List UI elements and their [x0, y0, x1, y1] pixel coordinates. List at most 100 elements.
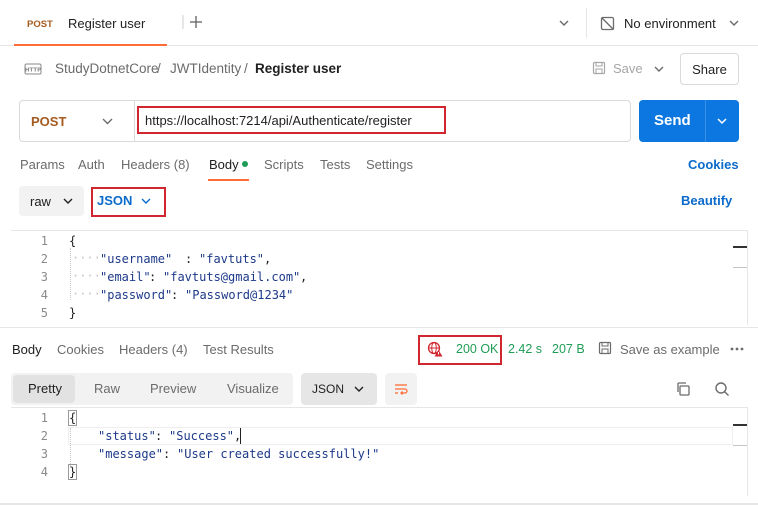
- chevron-down-icon[interactable]: [716, 116, 728, 127]
- json-value: "Success": [169, 429, 235, 443]
- search-icon[interactable]: [714, 381, 730, 397]
- share-button[interactable]: Share: [680, 53, 739, 85]
- response-tab-test-results[interactable]: Test Results: [203, 342, 274, 357]
- code-line: }: [69, 306, 77, 320]
- response-tab-body[interactable]: Body: [12, 342, 42, 357]
- breadcrumb-folder[interactable]: JWTIdentity: [170, 61, 241, 76]
- line-number: 5: [40, 306, 48, 320]
- body-mode-select[interactable]: [19, 186, 84, 216]
- line-number: 3: [40, 270, 48, 284]
- breadcrumb-separator: /: [157, 61, 161, 76]
- response-time[interactable]: 2.42 s: [508, 342, 542, 356]
- divider: [586, 8, 587, 38]
- json-value: "User created successfully!": [177, 447, 380, 461]
- line-number: 2: [40, 252, 48, 266]
- tab-method-label: POST: [27, 19, 53, 30]
- divider: [705, 100, 706, 142]
- code-line: }: [68, 464, 78, 480]
- view-raw[interactable]: Raw: [94, 381, 120, 396]
- breadcrumb-request[interactable]: Register user: [255, 61, 341, 76]
- response-tab-cookies[interactable]: Cookies: [57, 342, 104, 357]
- json-comma: ,: [264, 252, 272, 266]
- scrollbar-cursor-marker: [733, 246, 747, 248]
- response-tab-headers[interactable]: Headers (4): [119, 342, 188, 357]
- tab-scripts[interactable]: Scripts: [264, 157, 304, 172]
- pane-divider[interactable]: [0, 327, 758, 328]
- view-preview[interactable]: Preview: [150, 381, 196, 396]
- more-options-icon[interactable]: [729, 343, 745, 355]
- chevron-down-icon[interactable]: [557, 17, 571, 29]
- current-line-highlight: [68, 427, 733, 445]
- save-icon: [598, 341, 612, 355]
- body-modified-dot: [242, 161, 248, 167]
- status-code[interactable]: 200 OK: [456, 342, 498, 356]
- json-colon: :: [163, 447, 171, 461]
- json-colon: :: [185, 252, 193, 266]
- active-tab-underline: [208, 179, 249, 181]
- scrollbar-marker: [733, 445, 747, 446]
- tab-headers[interactable]: Headers (8): [121, 157, 190, 172]
- tab-auth[interactable]: Auth: [78, 157, 105, 172]
- save-button[interactable]: Save: [613, 61, 643, 76]
- code-line: {: [68, 410, 78, 426]
- wrap-lines-icon[interactable]: [393, 381, 409, 397]
- http-icon: HTTP: [24, 63, 42, 75]
- tab-tests[interactable]: Tests: [320, 157, 350, 172]
- chevron-down-icon[interactable]: [101, 116, 114, 127]
- view-visualize[interactable]: Visualize: [227, 381, 279, 396]
- response-size[interactable]: 207 B: [552, 342, 585, 356]
- chevron-down-icon[interactable]: [353, 384, 365, 394]
- scrollbar-marker: [733, 267, 747, 268]
- json-value: "Password@1234": [185, 288, 294, 302]
- json-value: "favtuts@gmail.com": [163, 270, 301, 284]
- json-value: "favtuts": [199, 252, 265, 266]
- method-select[interactable]: POST: [31, 114, 66, 129]
- body-mode-label[interactable]: raw: [30, 194, 51, 209]
- tab-params[interactable]: Params: [20, 157, 65, 172]
- chevron-down-icon[interactable]: [140, 196, 152, 206]
- whitespace-dots: ····: [72, 287, 101, 301]
- environment-selector[interactable]: No environment: [624, 16, 716, 31]
- chevron-down-icon[interactable]: [653, 64, 665, 74]
- cookies-link[interactable]: Cookies: [688, 157, 739, 172]
- json-key: "password": [100, 288, 173, 302]
- json-colon: :: [155, 429, 163, 443]
- text-caret: [240, 428, 241, 444]
- tab-settings[interactable]: Settings: [366, 157, 413, 172]
- code-line: {: [69, 234, 77, 248]
- tab-close-icon[interactable]: [173, 14, 187, 30]
- scrollbar-cursor-marker: [733, 424, 747, 426]
- json-comma: ,: [300, 270, 308, 284]
- editor-scrollbar[interactable]: [747, 408, 748, 496]
- chevron-down-icon[interactable]: [62, 196, 74, 206]
- breadcrumb-separator: /: [244, 61, 248, 76]
- chevron-down-icon[interactable]: [727, 17, 741, 29]
- save-icon: [592, 61, 606, 75]
- no-environment-icon: [600, 16, 615, 31]
- indent-guide: [70, 248, 71, 300]
- save-as-example-button[interactable]: Save as example: [620, 342, 720, 357]
- json-key: "email": [100, 270, 151, 284]
- body-format-select[interactable]: JSON: [97, 193, 132, 208]
- whitespace-dots: ····: [72, 251, 101, 265]
- editor-scrollbar[interactable]: [747, 231, 748, 325]
- line-number: 1: [40, 411, 48, 425]
- plus-icon[interactable]: [188, 14, 204, 30]
- line-number: 3: [40, 447, 48, 461]
- line-number: 1: [40, 234, 48, 248]
- json-colon: :: [171, 288, 179, 302]
- json-colon: :: [149, 270, 157, 284]
- indent-guide: [70, 428, 71, 466]
- line-number: 4: [40, 288, 48, 302]
- tab-body[interactable]: Body: [209, 157, 239, 172]
- breadcrumb-collection[interactable]: StudyDotnetCore: [55, 61, 159, 76]
- globe-warning-icon[interactable]: [427, 341, 443, 357]
- response-format-label[interactable]: JSON: [312, 382, 344, 396]
- tab-title[interactable]: Register user: [68, 16, 145, 31]
- view-pretty[interactable]: Pretty: [28, 381, 62, 396]
- send-button-label[interactable]: Send: [654, 112, 691, 129]
- url-input[interactable]: https://localhost:7214/api/Authenticate/…: [145, 113, 412, 128]
- svg-text:HTTP: HTTP: [25, 68, 41, 74]
- beautify-link[interactable]: Beautify: [681, 193, 732, 208]
- copy-icon[interactable]: [675, 381, 691, 397]
